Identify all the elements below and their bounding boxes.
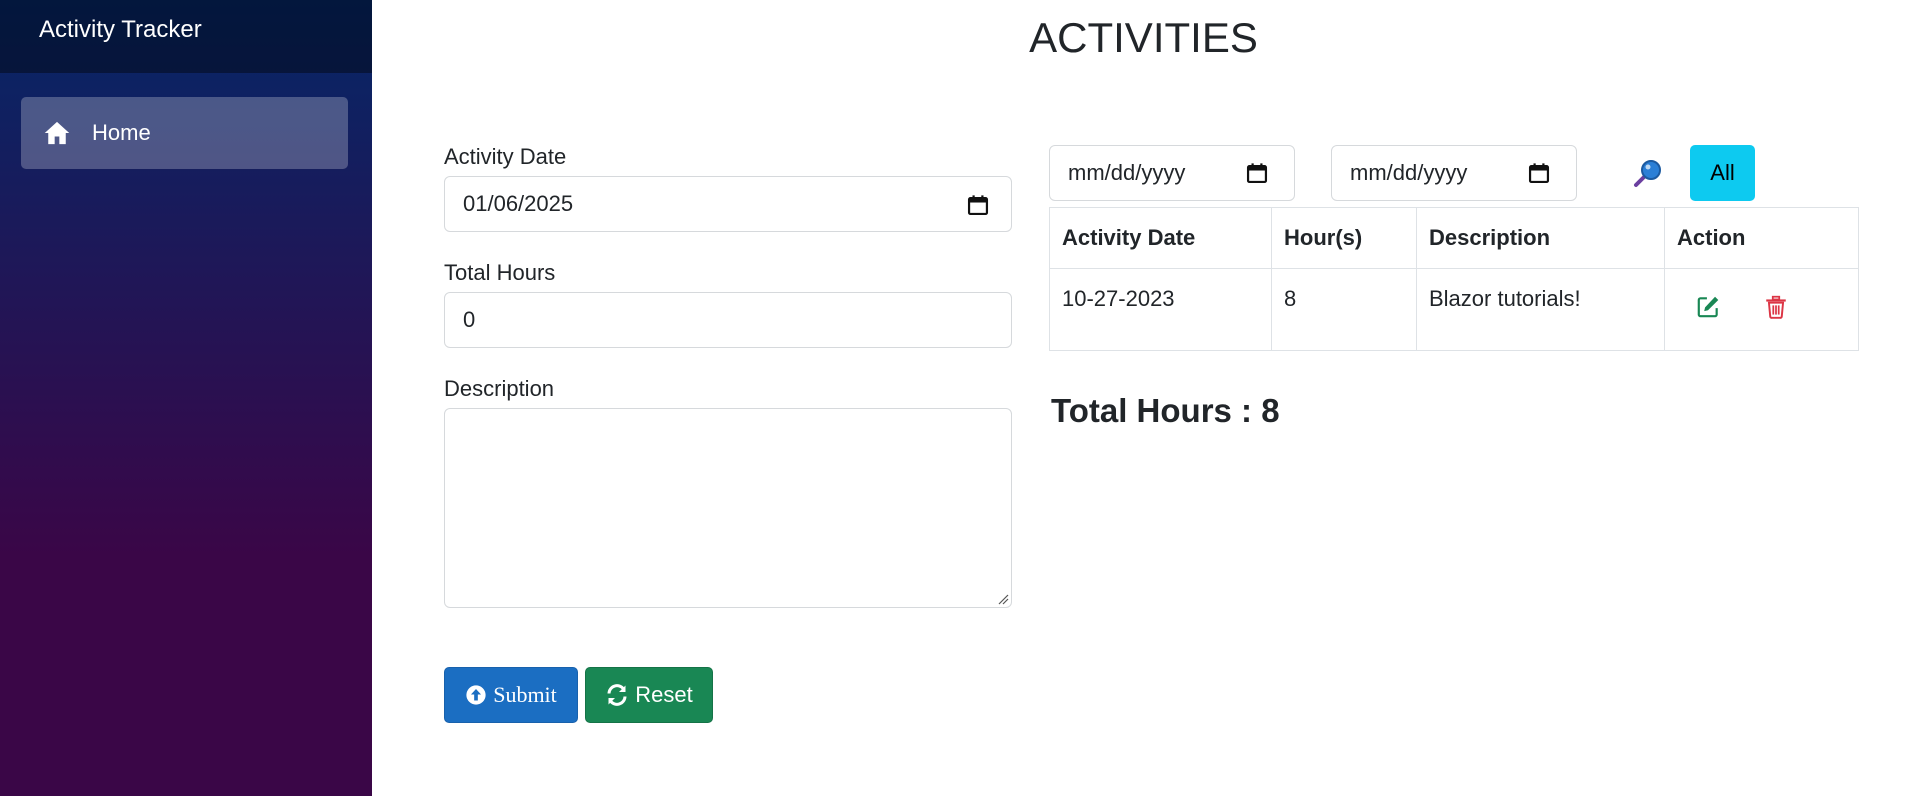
total-hours-summary: Total Hours : 8 — [1051, 392, 1280, 429]
column-header: Description — [1416, 207, 1665, 269]
sidebar-item-label: Home — [92, 120, 151, 145]
refresh-icon — [607, 684, 627, 706]
arrow-circle-up-icon — [466, 685, 486, 705]
search-icon[interactable] — [1630, 155, 1666, 191]
description-label: Description — [444, 376, 555, 401]
sidebar: Activity Tracker Home — [0, 0, 372, 796]
all-button[interactable]: All — [1690, 145, 1755, 201]
table-header-row: Activity Date Hour(s) Description Action — [1049, 207, 1859, 269]
activity-date-input[interactable]: 01/06/2025 — [444, 176, 1012, 232]
page-title: ACTIVITIES — [1029, 14, 1258, 61]
reset-button[interactable]: Reset — [585, 667, 713, 723]
calendar-icon[interactable] — [967, 194, 989, 216]
total-hours-input[interactable]: 0 — [444, 292, 1012, 348]
edit-icon[interactable] — [1695, 294, 1721, 320]
sidebar-item-home[interactable]: Home — [21, 97, 348, 169]
submit-button[interactable]: Submit — [444, 667, 578, 723]
cell-actions — [1664, 268, 1859, 351]
brand-bar: Activity Tracker — [0, 0, 372, 73]
table-row: 10-27-2023 8 Blazor tutorials! — [1049, 268, 1859, 351]
to-date-placeholder: mm/dd/yyyy — [1350, 160, 1468, 185]
activity-date-label: Activity Date — [444, 144, 567, 169]
description-textarea[interactable] — [444, 408, 1012, 608]
app-title[interactable]: Activity Tracker — [39, 16, 202, 44]
from-date-placeholder: mm/dd/yyyy — [1068, 160, 1186, 185]
activity-date-value: 01/06/2025 — [463, 191, 574, 216]
from-date-input[interactable]: mm/dd/yyyy — [1049, 145, 1295, 201]
cell-activity-date: 10-27-2023 — [1049, 268, 1272, 351]
home-icon — [44, 121, 70, 145]
calendar-icon[interactable] — [1246, 162, 1268, 184]
column-header: Activity Date — [1049, 207, 1272, 269]
cell-hours: 8 — [1271, 268, 1417, 351]
reset-label: Reset — [635, 682, 693, 707]
column-header: Action — [1664, 207, 1859, 269]
total-hours-value: 0 — [463, 307, 476, 332]
calendar-icon[interactable] — [1528, 162, 1550, 184]
all-label: All — [1710, 160, 1735, 185]
resize-grip-icon[interactable] — [997, 593, 1009, 605]
total-hours-label: Total Hours — [444, 260, 556, 285]
trash-icon[interactable] — [1763, 294, 1789, 320]
activities-table: Activity Date Hour(s) Description Action… — [1049, 207, 1859, 351]
cell-description: Blazor tutorials! — [1416, 268, 1665, 351]
to-date-input[interactable]: mm/dd/yyyy — [1331, 145, 1577, 201]
submit-label: Submit — [493, 682, 557, 707]
column-header: Hour(s) — [1271, 207, 1417, 269]
